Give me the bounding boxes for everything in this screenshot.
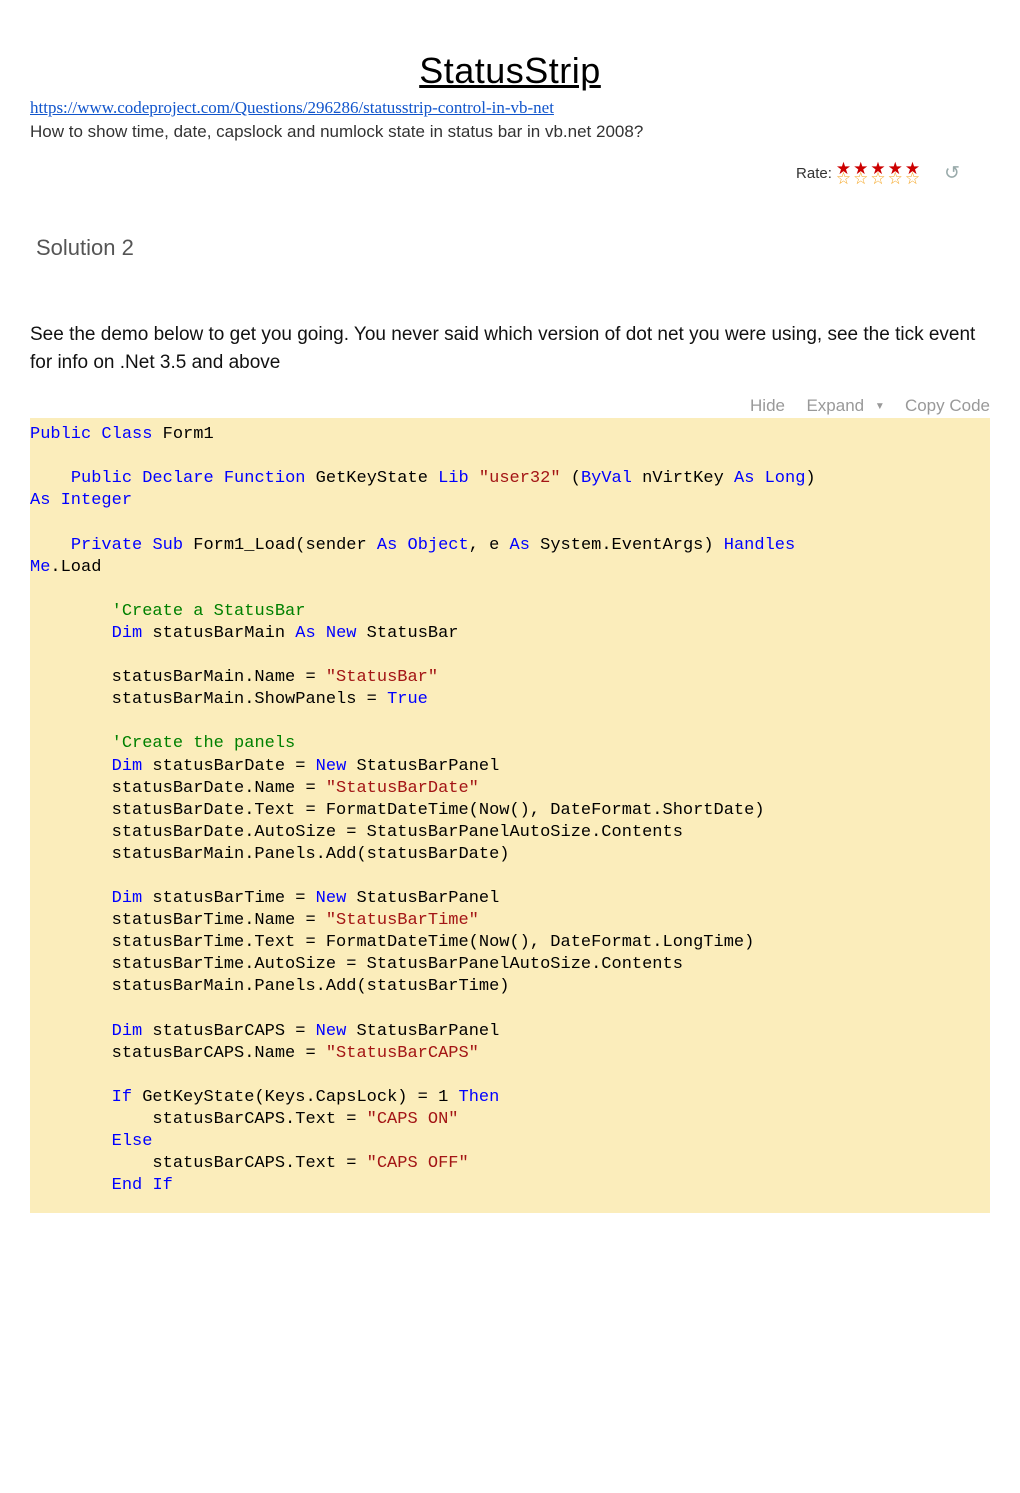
code-block: Public Class Form1 Public Declare Functi… xyxy=(30,418,990,1213)
solution-heading: Solution 2 xyxy=(36,235,990,261)
question-text: How to show time, date, capslock and num… xyxy=(30,122,990,142)
copy-code-button[interactable]: Copy Code xyxy=(905,396,990,415)
rate-label: Rate: xyxy=(796,165,832,182)
code-actions: Hide Expand ▼ Copy Code xyxy=(30,396,990,416)
stars-empty: ☆☆☆☆☆ xyxy=(836,174,922,183)
reset-rating-icon[interactable]: ↺ xyxy=(944,162,960,185)
chevron-down-icon: ▼ xyxy=(875,401,885,412)
expand-button[interactable]: Expand ▼ xyxy=(800,396,884,415)
rating-stars[interactable]: ★★★★★ ☆☆☆☆☆ xyxy=(836,164,922,183)
rate-widget: Rate: ★★★★★ ☆☆☆☆☆ ↺ xyxy=(30,162,990,185)
source-link[interactable]: https://www.codeproject.com/Questions/29… xyxy=(30,98,990,118)
hide-button[interactable]: Hide xyxy=(750,396,785,415)
page-title: StatusStrip xyxy=(30,50,990,92)
intro-text: See the demo below to get you going. You… xyxy=(30,321,990,376)
